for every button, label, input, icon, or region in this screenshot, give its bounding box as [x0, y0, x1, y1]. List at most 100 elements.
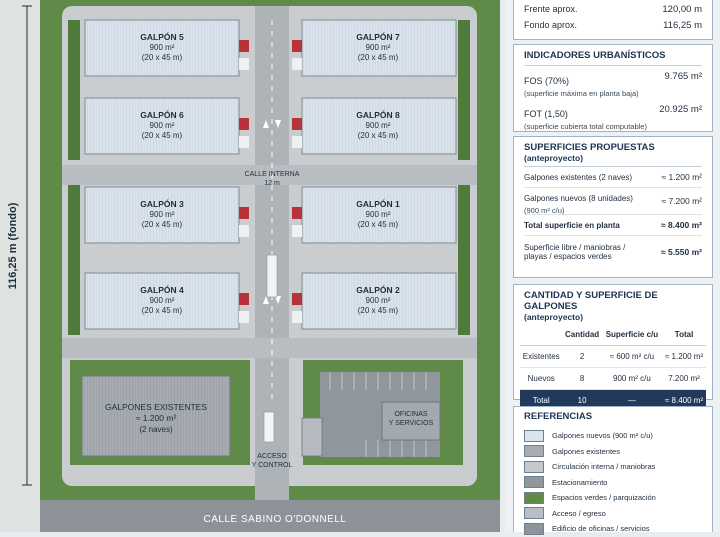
depth-dimension-line — [22, 5, 32, 486]
bay-dims: (20 x 45 m) — [142, 53, 183, 62]
surface-value: ≈ 8.400 m² — [660, 220, 702, 230]
internal-road-width: 12 m — [264, 180, 280, 187]
legend-label: Estacionamiento — [552, 477, 608, 487]
legend-label: Circulación interna / maniobras — [552, 462, 656, 472]
bay-area: 900 m² — [150, 296, 175, 305]
surface-value: ≈ 1.200 m² — [661, 172, 702, 182]
surface-label: Superficie libre / maniobras / playas / … — [524, 243, 626, 261]
fos-label: FOS (70%) — [524, 76, 570, 86]
col-header: Superficie c/u — [605, 330, 659, 339]
surface-row: Galpones existentes (2 naves) ≈ 1.200 m² — [524, 167, 702, 188]
bay-name: GALPÓN 3 — [140, 198, 184, 209]
dim-row-front: Frente aprox. 120,00 m — [524, 4, 702, 20]
bay-area: 900 m² — [366, 121, 391, 130]
surface-label: Galpones nuevos (8 unidades) — [524, 193, 633, 203]
legend-label: Galpones existentes — [552, 446, 620, 456]
surface-value: ≈ 5.550 m² — [660, 247, 702, 257]
info-panel: Frente aprox. 120,00 m Fondo aprox. 116,… — [505, 0, 720, 535]
fot-row: FOT (1,50) (superficie cubierta total co… — [524, 104, 702, 131]
fos-sub: (superficie máxima en planta baja) — [524, 89, 639, 98]
bay-name: GALPÓN 1 — [356, 198, 400, 209]
surface-label: Total superficie en planta — [524, 220, 620, 230]
depth-label: 116,25 m (fondo) — [7, 202, 19, 289]
bay-area: 900 m² — [366, 43, 391, 52]
legend-swatch — [524, 522, 544, 535]
bay-galpon-1: GALPÓN 1 900 m² (20 x 45 m) — [292, 186, 457, 244]
surface-row: Superficie libre / maniobras / playas / … — [524, 236, 702, 268]
bay-galpon-7: GALPÓN 7 900 m² (20 x 45 m) — [292, 19, 457, 77]
surface-row-total: Total superficie en planta ≈ 8.400 m² — [524, 215, 702, 236]
legend-item: Galpones existentes — [524, 444, 702, 460]
cell: 8 — [579, 374, 585, 383]
surfaces-subtitle: (anteproyecto) — [524, 153, 584, 163]
fos-value: 9.765 m² — [664, 71, 703, 82]
legend-swatch — [524, 460, 544, 473]
existing-sheds-count: (2 naves) — [139, 425, 173, 434]
bay-area: 900 m² — [150, 121, 175, 130]
legend-title: REFERENCIAS — [524, 411, 593, 422]
legend-item: Edificio de oficinas / servicios — [524, 521, 702, 537]
bay-dims: (20 x 45 m) — [142, 306, 183, 315]
internal-road-label: CALLE INTERNA — [245, 171, 300, 178]
gatehouse — [301, 417, 323, 457]
offices-label: OFICINAS — [394, 411, 427, 418]
quantity-card: CANTIDAD Y SUPERFICIE DE GALPONES (antep… — [513, 284, 713, 411]
access-label-2: Y CONTROL — [252, 462, 293, 469]
legend-swatch — [524, 476, 544, 489]
bay-area: 900 m² — [366, 296, 391, 305]
table-header-row: Cantidad Superficie c/u Total — [520, 324, 706, 346]
urban-indicators-card: INDICADORES URBANÍSTICOS FOS (70%) (supe… — [513, 44, 713, 132]
surface-sub: (900 m² c/u) — [524, 205, 565, 215]
legend-card: REFERENCIAS Galpones nuevos (900 m² c/u)… — [513, 406, 713, 535]
legend-swatch — [524, 491, 544, 504]
access-label: ACCESO — [257, 453, 287, 460]
bay-dims: (20 x 45 m) — [142, 220, 183, 229]
cell: 7.200 m² — [668, 374, 700, 383]
col-header: Cantidad — [564, 330, 600, 339]
bay-galpon-8: GALPÓN 8 900 m² (20 x 45 m) — [292, 97, 457, 155]
legend-swatch — [524, 429, 544, 442]
bay-area: 900 m² — [366, 210, 391, 219]
green-strip — [458, 20, 470, 160]
bay-name: GALPÓN 2 — [356, 284, 400, 295]
bay-galpon-3: GALPÓN 3 900 m² (20 x 45 m) — [84, 186, 249, 244]
legend-list: Galpones nuevos (900 m² c/u) Galpones ex… — [524, 428, 702, 537]
bay-area: 900 m² — [150, 43, 175, 52]
bay-galpon-2: GALPÓN 2 900 m² (20 x 45 m) — [292, 272, 457, 330]
legend-item: Acceso / egreso — [524, 506, 702, 522]
street-label: CALLE SABINO O'DONNELL — [204, 514, 347, 525]
dim-label: Frente aprox. — [524, 4, 578, 14]
surfaces-card: SUPERFICIES PROPUESTAS (anteproyecto) Ga… — [513, 136, 713, 278]
legend-swatch — [524, 507, 544, 520]
green-strip — [68, 20, 80, 160]
cross-aisle — [62, 338, 477, 358]
bay-dims: (20 x 45 m) — [358, 131, 399, 140]
site-plan: GALPÓN 5 900 m² (20 x 45 m) GALPÓN 7 900… — [0, 0, 500, 532]
legend-item: Circulación interna / maniobras — [524, 459, 702, 475]
bay-galpon-4: GALPÓN 4 900 m² (20 x 45 m) — [84, 272, 249, 330]
col-header: Total — [674, 330, 694, 339]
legend-label: Galpones nuevos (900 m² c/u) — [552, 431, 653, 441]
legend-swatch — [524, 445, 544, 458]
bay-dims: (20 x 45 m) — [142, 131, 183, 140]
legend-label: Acceso / egreso — [552, 508, 606, 518]
dim-label: Fondo aprox. — [524, 20, 578, 30]
surfaces-title: SUPERFICIES PROPUESTAS — [524, 142, 655, 153]
bay-galpon-5: GALPÓN 5 900 m² (20 x 45 m) — [84, 19, 249, 77]
fot-label: FOT (1,50) — [524, 109, 568, 119]
fot-sub: (superficie cubierta total computable) — [524, 122, 647, 131]
cell: 2 — [579, 352, 585, 361]
bay-name: GALPÓN 6 — [140, 109, 184, 120]
surface-label: Galpones existentes (2 naves) — [524, 172, 633, 182]
table-row: Nuevos 8 900 m² c/u 7.200 m² — [520, 368, 706, 390]
surface-value: ≈ 7.200 m² — [661, 196, 702, 206]
cell: Nuevos — [527, 374, 555, 383]
bay-dims: (20 x 45 m) — [358, 53, 399, 62]
cell: ≈ 600 m² c/u — [609, 352, 655, 361]
green-strip — [68, 185, 80, 335]
quantity-title: CANTIDAD Y SUPERFICIE DE GALPONES — [524, 290, 658, 312]
green-strip — [458, 185, 470, 335]
quantity-subtitle: (anteproyecto) — [524, 312, 584, 322]
bay-name: GALPÓN 8 — [356, 109, 400, 120]
truck-icon — [266, 254, 278, 298]
